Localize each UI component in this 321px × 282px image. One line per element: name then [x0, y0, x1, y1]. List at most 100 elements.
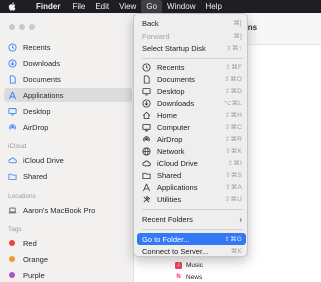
sidebar-item-label: Red — [23, 238, 37, 248]
menu-window[interactable]: Window — [162, 0, 200, 13]
menu-item-shared[interactable]: Shared ⇧⌘S — [137, 169, 246, 181]
download-icon — [142, 98, 151, 108]
menu-bar: Finder File Edit View Go Window Help — [0, 0, 321, 13]
menu-item-label: Back — [142, 18, 159, 28]
sidebar-item-downloads[interactable]: Downloads — [4, 56, 132, 70]
menu-item-label: Go to Folder... — [142, 234, 190, 244]
sidebar-item-icloud-drive[interactable]: iCloud Drive — [4, 153, 132, 167]
menu-item-computer[interactable]: Computer ⇧⌘C — [137, 121, 246, 133]
sidebar-item-label: Applications — [23, 90, 64, 100]
menu-item-icloud-drive[interactable]: iCloud Drive ⇧⌘I — [137, 157, 246, 169]
file-item-label: Music — [186, 261, 203, 269]
menu-item-label: Computer — [157, 122, 190, 132]
menu-item-shortcut: ⇧⌘H — [224, 112, 242, 119]
menu-go[interactable]: Go — [141, 0, 163, 13]
sidebar-item-airdrop[interactable]: AirDrop — [4, 120, 132, 134]
menu-item-applications[interactable]: Applications ⇧⌘A — [137, 181, 246, 193]
menu-item-label: Desktop — [157, 86, 185, 96]
menu-item-label: AirDrop — [157, 134, 183, 144]
sidebar-item-applications[interactable]: Applications — [4, 88, 132, 102]
menu-item-shortcut: ⇧⌘↑ — [226, 45, 242, 52]
clock-icon — [8, 42, 17, 52]
sidebar-item-label: Downloads — [23, 58, 61, 68]
sidebar-item-label: Orange — [23, 254, 49, 264]
menu-item-label: Documents — [157, 74, 195, 84]
menu-item-label: Utilities — [157, 194, 182, 204]
menu-item-select-startup-disk[interactable]: Select Startup Disk ⇧⌘↑ — [137, 42, 246, 54]
menu-item-shortcut: ⇧⌘D — [224, 88, 242, 95]
menu-item-utilities[interactable]: Utilities ⇧⌘U — [137, 193, 246, 205]
menu-item-home[interactable]: Home ⇧⌘H — [137, 109, 246, 121]
menu-item-label: Shared — [157, 170, 182, 180]
tag-color-dot — [8, 255, 17, 264]
computer-icon — [142, 123, 151, 132]
menu-item-label: Select Startup Disk — [142, 43, 206, 53]
menu-item-shortcut: ⇧⌘O — [224, 76, 242, 83]
sidebar-section-icloud: iCloud — [8, 143, 27, 150]
sidebar-item-label: iCloud Drive — [23, 155, 64, 165]
chevron-right-icon: › — [239, 214, 242, 224]
menu-item-desktop[interactable]: Desktop ⇧⌘D — [137, 85, 246, 97]
news-app-icon: N — [176, 274, 181, 280]
menu-item-shortcut: ⇧⌘A — [225, 184, 242, 191]
menu-item-shortcut: ⇧⌘I — [227, 160, 242, 167]
menu-item-go-to-folder[interactable]: Go to Folder... ⇧⌘G — [137, 233, 246, 245]
airdrop-icon — [142, 135, 151, 144]
document-icon — [142, 74, 151, 84]
minimize-window-button[interactable] — [19, 24, 25, 30]
menu-item-shortcut: ⌘K — [230, 248, 242, 255]
menu-edit[interactable]: Edit — [90, 0, 114, 13]
sidebar-tag-purple[interactable]: Purple — [4, 268, 132, 282]
sidebar-item-desktop[interactable]: Desktop — [4, 104, 132, 118]
menu-item-documents[interactable]: Documents ⇧⌘O — [137, 73, 246, 85]
sidebar-item-shared[interactable]: Shared — [4, 169, 132, 183]
menu-help[interactable]: Help — [200, 0, 226, 13]
laptop-icon — [8, 206, 17, 215]
menu-app-finder[interactable]: Finder — [31, 0, 65, 13]
sidebar-item-documents[interactable]: Documents — [4, 72, 132, 86]
menu-item-shortcut: ⌥⌘L — [223, 100, 242, 107]
sidebar-item-label: Aaron's MacBook Pro — [23, 205, 96, 215]
menu-item-forward: Forward ⌘] — [137, 30, 246, 42]
menu-item-back[interactable]: Back ⌘[ — [137, 17, 246, 29]
menu-item-recents[interactable]: Recents ⇧⌘F — [137, 61, 246, 73]
sidebar: Recents Downloads Documents Applications… — [0, 13, 134, 282]
menu-separator — [142, 58, 243, 59]
menu-item-label: Forward — [142, 31, 170, 41]
menu-item-network[interactable]: Network ⇧⌘K — [137, 145, 246, 157]
menu-item-shortcut: ⇧⌘S — [225, 172, 242, 179]
sidebar-item-label: Shared — [23, 171, 48, 181]
menu-file[interactable]: File — [67, 0, 90, 13]
sidebar-item-label: Desktop — [23, 106, 51, 116]
menu-item-downloads[interactable]: Downloads ⌥⌘L — [137, 97, 246, 109]
menu-view[interactable]: View — [114, 0, 141, 13]
menu-item-label: Recents — [157, 62, 185, 72]
close-window-button[interactable] — [9, 24, 15, 30]
menu-item-recent-folders[interactable]: Recent Folders › — [137, 213, 246, 225]
applications-icon — [142, 183, 151, 192]
apple-logo-icon[interactable] — [8, 2, 18, 11]
menu-item-connect-to-server[interactable]: Connect to Server... ⌘K — [137, 245, 246, 257]
sidebar-item-label: Recents — [23, 42, 51, 52]
menu-item-shortcut: ⇧⌘G — [224, 236, 242, 243]
sidebar-tag-red[interactable]: Red — [4, 236, 132, 250]
tag-color-dot — [8, 271, 17, 280]
window-controls — [9, 24, 35, 30]
file-item-music[interactable]: ♪ Music — [175, 259, 203, 271]
menu-item-shortcut: ⇧⌘K — [225, 148, 242, 155]
menu-item-label: Network — [157, 146, 185, 156]
home-icon — [142, 111, 151, 120]
menu-item-airdrop[interactable]: AirDrop ⇧⌘R — [137, 133, 246, 145]
menu-item-label: Applications — [157, 182, 198, 192]
sidebar-item-recents[interactable]: Recents — [4, 40, 132, 54]
shared-folder-icon — [8, 172, 17, 181]
file-item-label: News — [186, 273, 203, 281]
menu-item-shortcut: ⇧⌘F — [225, 64, 242, 71]
zoom-window-button[interactable] — [29, 24, 35, 30]
sidebar-item-macbook[interactable]: Aaron's MacBook Pro — [4, 203, 132, 217]
menu-item-label: Recent Folders — [142, 214, 193, 224]
file-item-news[interactable]: N News — [175, 271, 202, 282]
menu-item-label: iCloud Drive — [157, 158, 198, 168]
menu-item-label: Home — [157, 110, 178, 120]
sidebar-tag-orange[interactable]: Orange — [4, 252, 132, 266]
